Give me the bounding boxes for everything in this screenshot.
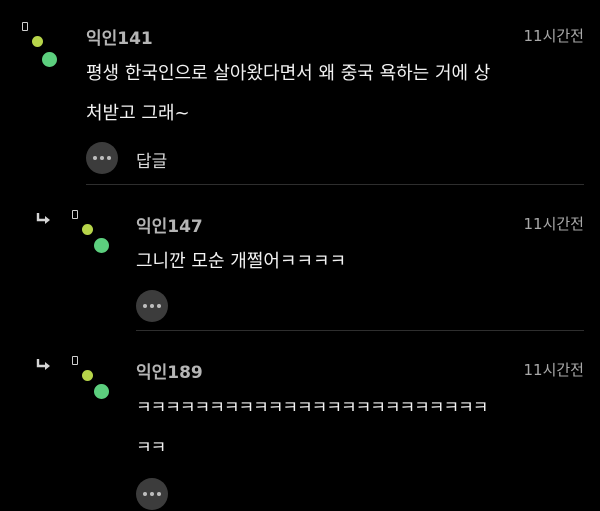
lock-icon xyxy=(72,210,78,219)
more-options-button[interactable] xyxy=(86,142,118,174)
avatar xyxy=(22,22,62,67)
more-dots-icon xyxy=(93,156,97,160)
comment-time: 11시간전 xyxy=(523,361,585,379)
comment-time: 11시간전 xyxy=(523,27,585,45)
comment-line: 처받고 그래~ xyxy=(86,103,190,124)
comment-time: 11시간전 xyxy=(523,215,585,233)
more-dot xyxy=(107,156,111,160)
more-dot xyxy=(157,492,161,496)
avatar-dot-big xyxy=(94,384,109,399)
lock-icon xyxy=(72,356,78,365)
avatar xyxy=(72,210,112,253)
more-dot xyxy=(150,492,154,496)
divider xyxy=(86,184,584,185)
comment-author: 익인147 xyxy=(136,217,203,237)
more-dot xyxy=(150,304,154,308)
comment-line: ㅋㅋㅋㅋㅋㅋㅋㅋㅋㅋㅋㅋㅋㅋㅋㅋㅋㅋㅋㅋㅋㅋㅋㅋ xyxy=(136,398,488,418)
more-dots-icon xyxy=(143,304,147,308)
avatar-dot-big xyxy=(94,238,109,253)
reply-arrow-icon xyxy=(36,213,50,224)
comment-body: 그니깐 모순 개쩔어ㅋㅋㅋㅋ xyxy=(136,242,576,282)
divider xyxy=(136,330,584,331)
comment-147: 익인147 11시간전 그니깐 모순 개쩔어ㅋㅋㅋㅋ xyxy=(0,190,600,331)
comment-body: ㅋㅋㅋㅋㅋㅋㅋㅋㅋㅋㅋㅋㅋㅋㅋㅋㅋㅋㅋㅋㅋㅋㅋㅋ ㅋㅋ xyxy=(136,388,586,468)
avatar-dot-small xyxy=(82,224,93,235)
more-dot xyxy=(157,304,161,308)
comment-141: 익인141 11시간전 평생 한국인으로 살아왔다면서 왜 중국 욕하는 거에 … xyxy=(0,0,600,190)
more-options-button[interactable] xyxy=(136,478,168,510)
comment-line: 그니깐 모순 개쩔어ㅋㅋㅋㅋ xyxy=(136,251,347,272)
more-dot xyxy=(100,156,104,160)
avatar xyxy=(72,356,112,399)
comment-line: 평생 한국인으로 살아왔다면서 왜 중국 욕하는 거에 상 xyxy=(86,63,491,84)
comment-body: 평생 한국인으로 살아왔다면서 왜 중국 욕하는 거에 상 처받고 그래~ xyxy=(86,54,586,134)
comment-line: ㅋㅋ xyxy=(136,438,166,458)
lock-icon xyxy=(22,22,28,31)
reply-button[interactable]: 답글 xyxy=(136,147,167,172)
avatar-dot-big xyxy=(42,52,57,67)
reply-arrow-icon xyxy=(36,359,50,370)
more-dots-icon xyxy=(143,492,147,496)
comment-189: 익인189 11시간전 ㅋㅋㅋㅋㅋㅋㅋㅋㅋㅋㅋㅋㅋㅋㅋㅋㅋㅋㅋㅋㅋㅋㅋㅋ ㅋㅋ xyxy=(0,336,600,511)
comment-author: 익인141 xyxy=(86,29,153,49)
avatar-dot-small xyxy=(82,370,93,381)
avatar-dot-small xyxy=(32,36,43,47)
more-options-button[interactable] xyxy=(136,290,168,322)
comment-author: 익인189 xyxy=(136,363,203,383)
